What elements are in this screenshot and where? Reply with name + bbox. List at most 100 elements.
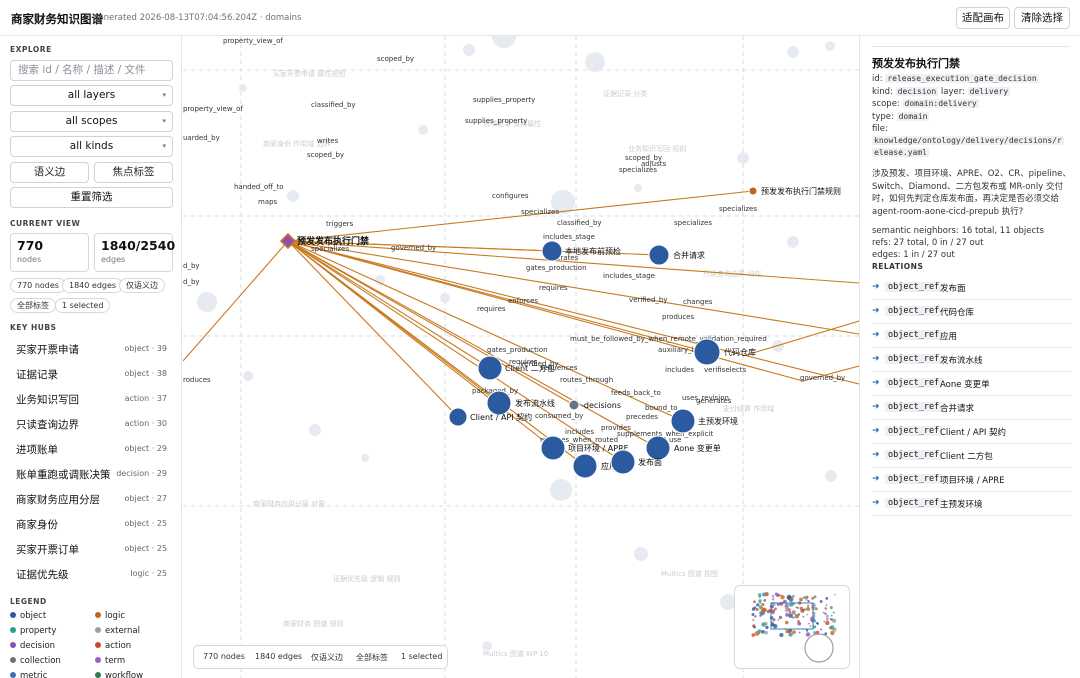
minimap-dot [805,632,811,637]
minimap-dot [806,613,809,616]
relation-row[interactable]: ➜ object_ref 合并请求 [872,396,1072,420]
chevron-down-icon: ▾ [162,142,166,150]
hub-item[interactable]: 商家财务应用分层 object · 27 [10,487,173,511]
relation-row[interactable]: ➜ object_ref 发布面 [872,276,1072,300]
minimap-dot [762,592,766,597]
minimap-dot [808,622,810,625]
minimap-dot [815,622,819,625]
hub-meta: object · 27 [124,494,167,503]
status-labels: 全部标签 [356,653,388,662]
relation-row[interactable]: ➜ object_ref Client / API 契约 [872,420,1072,444]
node-label: Client / API 契约 [470,412,532,422]
relation-row[interactable]: ➜ object_ref 应用 [872,324,1072,348]
chevron-down-icon: ▾ [162,91,166,99]
hub-meta: object · 25 [124,519,167,528]
minimap-dot [763,598,767,602]
minimap-dot [771,601,776,607]
node-label: Aone 变更单 [674,443,721,453]
minimap-dot [820,628,823,631]
hub-name: 证据记录 [16,369,58,381]
scopes-select[interactable]: all scopes ▾ [10,111,173,132]
minimap-dot [774,592,778,596]
details-file-label: file: [872,124,888,134]
edge-label: specializes [674,219,712,227]
relation-row[interactable]: ➜ object_ref 代码仓库 [872,300,1072,324]
hub-item[interactable]: 只读查询边界 action · 30 [10,412,173,436]
hub-meta: decision · 29 [116,469,167,478]
details-file-path: knowledge/ontology/delivery/decisions/r [872,136,1064,145]
minimap-svg[interactable] [735,586,850,669]
hub-item[interactable]: 账单重跑或调账决策 decision · 29 [10,462,173,486]
hub-item[interactable]: 业务知识写回 action · 37 [10,387,173,411]
hub-item[interactable]: 商家身份 object · 25 [10,512,173,536]
svg-text:商家财务 图谱 规则: 商家财务 图谱 规则 [283,619,343,628]
minimap-dot [785,613,789,617]
top-bar: 商家财务知识图谱 generated 2026-08-13T07:04:56.2… [0,0,1080,36]
edge-label: includes_stage [603,272,655,280]
clear-selection-button[interactable]: 清除选择 [1014,7,1070,29]
search-input[interactable]: 搜索 id / 名称 / 描述 / 文件 [10,60,173,81]
minimap-dot [778,615,783,620]
minimap-dot [769,616,774,620]
chip-selected: 1 selected [55,298,111,313]
hub-name: 证据优先级 [16,569,69,581]
relation-row[interactable]: ➜ object_ref 发布流水线 [872,348,1072,372]
edge-label: scoped_by [625,154,662,162]
minimap-dot [759,607,762,610]
edge-label: verified_by [629,296,668,304]
edge-label: d_by [183,278,200,286]
explore-heading: EXPLORE [10,45,52,54]
hub-item[interactable]: 证据优先级 logic · 25 [10,562,173,586]
node-label: 预发发布执行门禁规则 [761,186,841,196]
minimap-dot [811,596,815,600]
minimap-dot [772,609,776,613]
hub-item[interactable]: 证据记录 object · 38 [10,362,173,386]
edge-label: requires [539,284,568,292]
minimap-dot [771,594,775,598]
legend-item: term [95,656,125,666]
focus-labels-button[interactable]: 焦点标签 [94,162,173,183]
graph-node [693,338,721,366]
edge-label: property_view_of [223,37,283,45]
reset-filters-button[interactable]: 重置筛选 [10,187,173,208]
minimap-dot [789,629,792,632]
graph-svg[interactable]: 买家开票申请 属性视图 商家身份 作用域 边界 进项账单 支持属性 证据记录 分… [183,36,859,678]
hub-name: 商家财务应用分层 [16,494,100,506]
svg-text:商家财务应用分层 对象: 商家财务应用分层 对象 [253,499,325,508]
relation-row[interactable]: ➜ object_ref 项目环境 / APRE [872,468,1072,492]
hub-item[interactable]: 买家开票订单 object · 25 [10,537,173,561]
relation-row[interactable]: ➜ object_ref Client 二方包 [872,444,1072,468]
hub-name: 只读查询边界 [16,419,79,431]
fit-canvas-button[interactable]: 适配画布 [956,7,1010,29]
edge-label: precedes [626,413,658,421]
hub-item[interactable]: 进项账单 object · 29 [10,437,173,461]
minimap-lens[interactable] [804,633,834,663]
current-view-heading: CURRENT VIEW [10,219,81,228]
edge [287,240,459,418]
graph-nodes[interactable]: 本地发布前预检 合并请求代码仓库 Client 二方包发布流水线 Client / A… [279,186,841,479]
kinds-select[interactable]: all kinds ▾ [10,136,173,157]
minimap-dot [791,595,795,599]
graph-canvas[interactable]: 买家开票申请 属性视图 商家身份 作用域 边界 进项账单 支持属性 证据记录 分… [183,36,859,678]
minimap-dot [833,620,836,623]
relation-row[interactable]: ➜ object_ref Aone 变更单 [872,372,1072,396]
edges-count: 1840/2540 [101,238,176,253]
svg-text:证据优先级 逻辑 规则: 证据优先级 逻辑 规则 [333,574,400,583]
edge-label: consumed_by [535,412,583,420]
refs-count: refs: 27 total, 0 in / 27 out [872,238,984,248]
chip-labels: 全部标签 [10,298,56,313]
edge-label: configures [492,192,529,200]
edge-label: feeds_back_to [611,389,661,397]
status-semantic: 仅语义边 [311,653,343,662]
layers-select[interactable]: all layers ▾ [10,85,173,106]
edge-label: gates_production [487,346,548,354]
edge-label: specializes [521,208,559,216]
node-label: 代码仓库 [724,347,756,357]
relation-row[interactable]: ➜ object_ref 主预发环境 [872,492,1072,516]
node-label: -decisions [581,401,621,410]
semantic-edges-button[interactable]: 语义边 [10,162,89,183]
details-title: 预发发布执行门禁 [872,57,960,70]
edge-label: must_be_followed_by_when_remote_validati… [570,335,767,343]
hub-item[interactable]: 买家开票申请 object · 39 [10,337,173,361]
minimap[interactable] [734,585,850,669]
